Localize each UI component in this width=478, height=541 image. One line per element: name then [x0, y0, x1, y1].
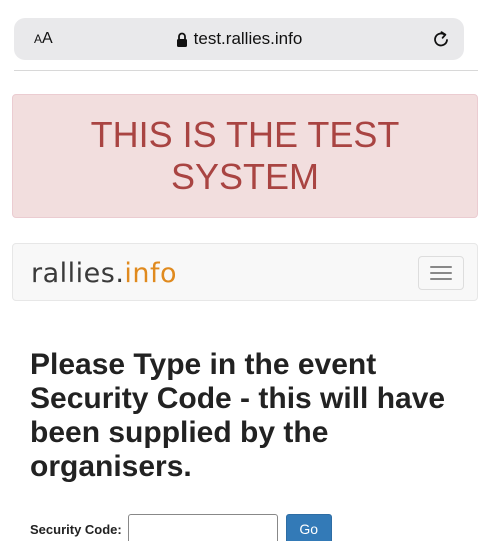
brand-logo[interactable]: rallies. info [31, 253, 177, 293]
security-code-input[interactable] [127, 514, 278, 541]
hamburger-bar [430, 278, 452, 280]
hamburger-icon[interactable] [418, 256, 464, 290]
test-system-banner: THIS IS THE TEST SYSTEM [12, 94, 478, 218]
security-code-form: Security Code: Go [30, 514, 332, 541]
security-code-label: Security Code: [30, 521, 122, 537]
security-code-prompt: Please Type in the event Security Code -… [30, 348, 446, 483]
navbar: rallies. info [12, 243, 478, 301]
lock-icon [176, 32, 187, 47]
reload-icon[interactable] [430, 28, 452, 50]
url-text: test.rallies.info [193, 29, 303, 48]
test-system-banner-text: THIS IS THE TEST SYSTEM [90, 114, 400, 197]
hamburger-bar [430, 272, 452, 274]
go-button[interactable]: Go [285, 514, 332, 541]
address-bar[interactable]: AA test.rallies.info [14, 18, 464, 60]
brand-logo-part2: info [124, 257, 178, 289]
brand-logo-part1: rallies. [31, 257, 125, 289]
toolbar-divider [14, 70, 478, 71]
url-display[interactable]: test.rallies.info [14, 18, 464, 60]
hamburger-bar [430, 266, 452, 268]
